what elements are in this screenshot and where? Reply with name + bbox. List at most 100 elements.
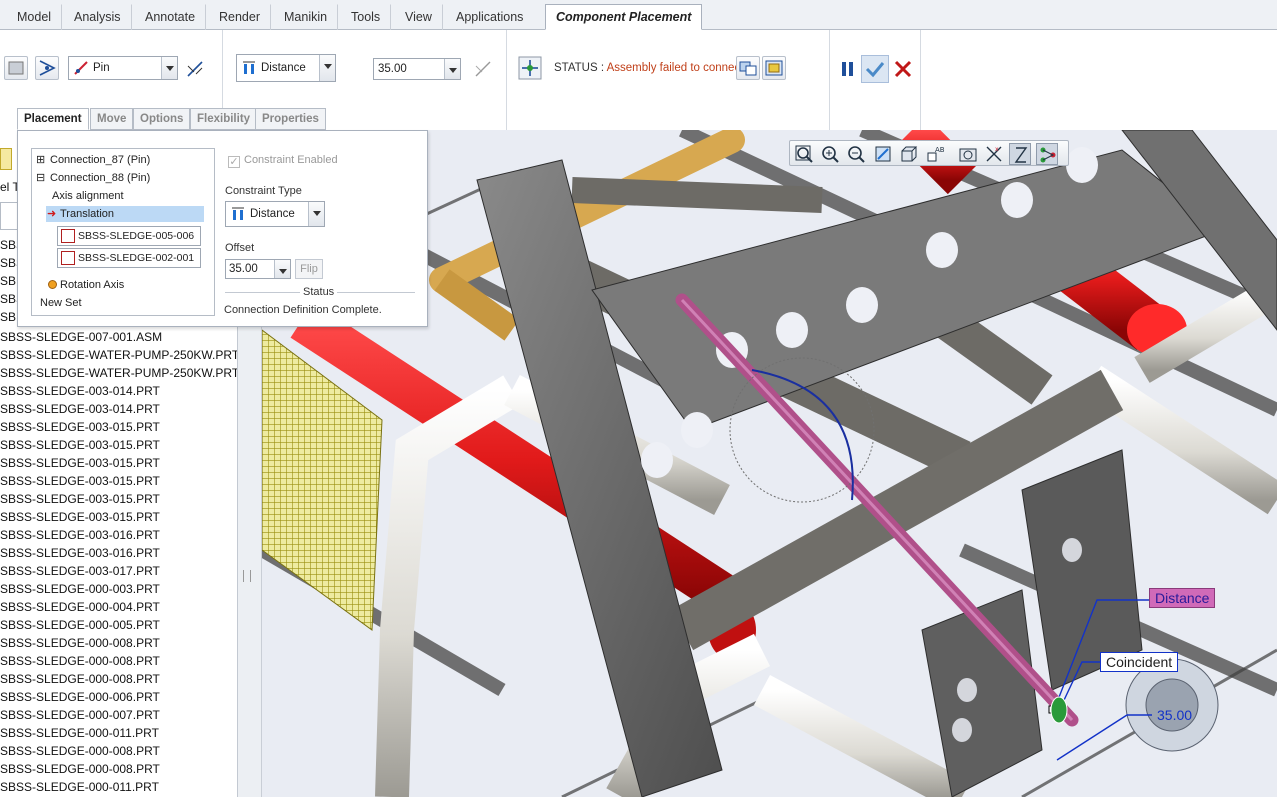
tab-manikin[interactable]: Manikin xyxy=(273,4,339,30)
cancel-x-icon[interactable] xyxy=(892,58,914,80)
assembly-window-icon[interactable] xyxy=(762,56,786,80)
reference-2[interactable]: SBSS-SLEDGE-002-001 xyxy=(57,248,201,268)
tab-annotate[interactable]: Annotate xyxy=(134,4,207,30)
tree-settings-icon[interactable] xyxy=(0,148,12,170)
tree-item[interactable]: SBSS-SLEDGE-003-015.PRT xyxy=(0,490,160,508)
constraint-type-value: Distance xyxy=(261,62,306,74)
axis-alignment-item[interactable]: Axis alignment xyxy=(52,188,124,204)
pause-icon[interactable] xyxy=(838,58,858,80)
tree-item[interactable]: SBSS-SLEDGE-000-004.PRT xyxy=(0,598,160,616)
spin-center-icon[interactable] xyxy=(1009,143,1031,165)
chevron-down-icon[interactable] xyxy=(308,202,324,226)
chevron-down-icon[interactable] xyxy=(274,260,290,278)
tree-item[interactable]: SBSS-SLEDGE-003-016.PRT xyxy=(0,526,160,544)
panel-constraint-type-select[interactable]: Distance xyxy=(225,201,325,227)
tree-item[interactable]: SBSS-SLEDGE-003-015.PRT xyxy=(0,472,160,490)
subtab-placement[interactable]: Placement xyxy=(17,108,89,130)
coincident-tag[interactable]: Coincident xyxy=(1100,652,1179,672)
new-set-link[interactable]: New Set xyxy=(40,295,82,311)
tree-item[interactable]: SBSS-SLEDGE-000-003.PRT xyxy=(0,580,160,598)
tree-item[interactable]: SBSS-SLEDGE-000-008.PRT xyxy=(0,652,160,670)
tree-item[interactable]: SBSS-SLEDGE-000-008.PRT xyxy=(0,634,160,652)
reference-1[interactable]: SBSS-SLEDGE-005-006 xyxy=(57,226,201,246)
view-manager-icon[interactable] xyxy=(957,143,979,165)
flip-connection-icon[interactable] xyxy=(184,58,206,80)
tree-item[interactable]: SBSS-SLEDGE-003-016.PRT xyxy=(0,544,160,562)
user-defined-icon[interactable] xyxy=(4,56,28,80)
tab-analysis[interactable]: Analysis xyxy=(63,4,132,30)
offset-value: 35.00 xyxy=(378,63,407,75)
offset-label: Offset xyxy=(225,242,255,254)
subtab-flexibility[interactable]: Flexibility xyxy=(190,108,258,130)
chevron-down-icon[interactable] xyxy=(444,59,460,79)
tree-item[interactable]: SBSS-SLEDGE-000-008.PRT xyxy=(0,760,160,778)
tree-item[interactable]: SBSS-SLEDGE-003-015.PRT xyxy=(0,418,160,436)
datum-display-icon[interactable]: x xyxy=(983,143,1005,165)
connection-88-item[interactable]: Connection_88 (Pin) xyxy=(50,170,150,186)
annotation-display-icon[interactable] xyxy=(1036,143,1058,165)
panel-offset-input[interactable]: 35.00 xyxy=(225,259,291,279)
subtab-options[interactable]: Options xyxy=(133,108,191,130)
constraint-type-select[interactable]: Distance xyxy=(236,54,336,82)
connection-type-select[interactable]: Pin xyxy=(68,56,178,80)
tree-item[interactable]: SBSS-SLEDGE-WATER-PUMP-250KW.PRT xyxy=(0,346,237,364)
status-value: Assembly failed to connect xyxy=(606,62,744,74)
tab-render[interactable]: Render xyxy=(208,4,271,30)
svg-text:AB: AB xyxy=(935,146,945,154)
distance-tag[interactable]: Distance xyxy=(1149,588,1216,608)
flip-offset-icon[interactable] xyxy=(472,58,494,80)
tree-item[interactable]: SBSS-SLEDGE-003-015.PRT xyxy=(0,508,160,526)
rotation-axis-item[interactable]: Rotation Axis xyxy=(48,277,124,293)
tab-component-placement[interactable]: Component Placement xyxy=(545,4,703,30)
tree-item[interactable]: SBSS-SLEDGE-003-014.PRT xyxy=(0,382,160,400)
tab-applications[interactable]: Applications xyxy=(445,4,534,30)
saved-orientations-icon[interactable]: AB xyxy=(924,143,946,165)
collapse-icon[interactable]: ⊟ xyxy=(36,170,45,186)
flip-button[interactable]: Flip xyxy=(295,259,323,279)
offset-input[interactable]: 35.00 xyxy=(373,58,461,80)
subtab-move[interactable]: Move xyxy=(90,108,134,130)
connection-type-value: Pin xyxy=(93,62,110,74)
tree-item[interactable]: SBSS-SLEDGE-007-001.ASM xyxy=(0,328,162,346)
connection-87-item[interactable]: Connection_87 (Pin) xyxy=(50,152,150,168)
zoom-in-icon[interactable] xyxy=(819,143,841,165)
status-title: Status xyxy=(300,286,338,298)
expand-icon[interactable]: ⊞ xyxy=(36,152,45,168)
translation-item[interactable]: ➜ Translation xyxy=(46,206,204,222)
tab-view[interactable]: View xyxy=(394,4,443,30)
repaint-icon[interactable] xyxy=(872,143,894,165)
mechanism-connection-icon[interactable] xyxy=(35,56,59,80)
tree-item[interactable]: SBSS-SLEDGE-003-014.PRT xyxy=(0,400,160,418)
tree-item[interactable]: SBSS-SLEDGE-003-015.PRT xyxy=(0,454,160,472)
status-text: STATUS : Assembly failed to connect xyxy=(554,62,744,74)
ribbon-separator xyxy=(920,30,921,130)
tree-item[interactable]: SBSS-SLEDGE-000-007.PRT xyxy=(0,706,160,724)
offset-dimension-tag[interactable]: 35.00 xyxy=(1152,706,1197,724)
tree-item[interactable]: SBSS-SLEDGE-000-005.PRT xyxy=(0,616,160,634)
tree-item[interactable]: SB xyxy=(0,308,16,326)
connection-status-text: Connection Definition Complete. xyxy=(224,304,382,316)
splitter-grip[interactable] xyxy=(243,570,251,582)
confirm-check-icon[interactable] xyxy=(861,55,889,83)
chevron-down-icon[interactable] xyxy=(161,57,177,79)
tab-tools[interactable]: Tools xyxy=(340,4,392,30)
tree-item[interactable]: SBSS-SLEDGE-000-008.PRT xyxy=(0,742,160,760)
separate-window-icon[interactable] xyxy=(736,56,760,80)
tree-item[interactable]: SBSS-SLEDGE-000-011.PRT xyxy=(0,778,159,796)
tree-item[interactable]: SBSS-SLEDGE-003-017.PRT xyxy=(0,562,160,580)
subtab-properties[interactable]: Properties xyxy=(255,108,326,130)
zoom-out-icon[interactable] xyxy=(845,143,867,165)
drag-component-icon[interactable] xyxy=(516,54,544,82)
refit-icon[interactable] xyxy=(793,143,815,165)
chevron-down-icon[interactable] xyxy=(319,55,335,81)
tree-item[interactable]: SBSS-SLEDGE-000-008.PRT xyxy=(0,670,160,688)
constraint-enabled-checkbox[interactable]: ✓ Constraint Enabled xyxy=(228,154,338,168)
tab-model[interactable]: Model xyxy=(6,4,63,30)
tree-item[interactable]: SBSS-SLEDGE-000-011.PRT xyxy=(0,724,159,742)
tree-item[interactable]: SB xyxy=(0,272,16,290)
tree-item[interactable]: SBSS-SLEDGE-003-015.PRT xyxy=(0,436,160,454)
display-style-icon[interactable] xyxy=(898,143,920,165)
tree-item[interactable]: SBSS-SLEDGE-WATER-PUMP-250KW.PRT xyxy=(0,364,237,382)
part-reference-icon xyxy=(61,251,75,265)
tree-item[interactable]: SBSS-SLEDGE-000-006.PRT xyxy=(0,688,160,706)
